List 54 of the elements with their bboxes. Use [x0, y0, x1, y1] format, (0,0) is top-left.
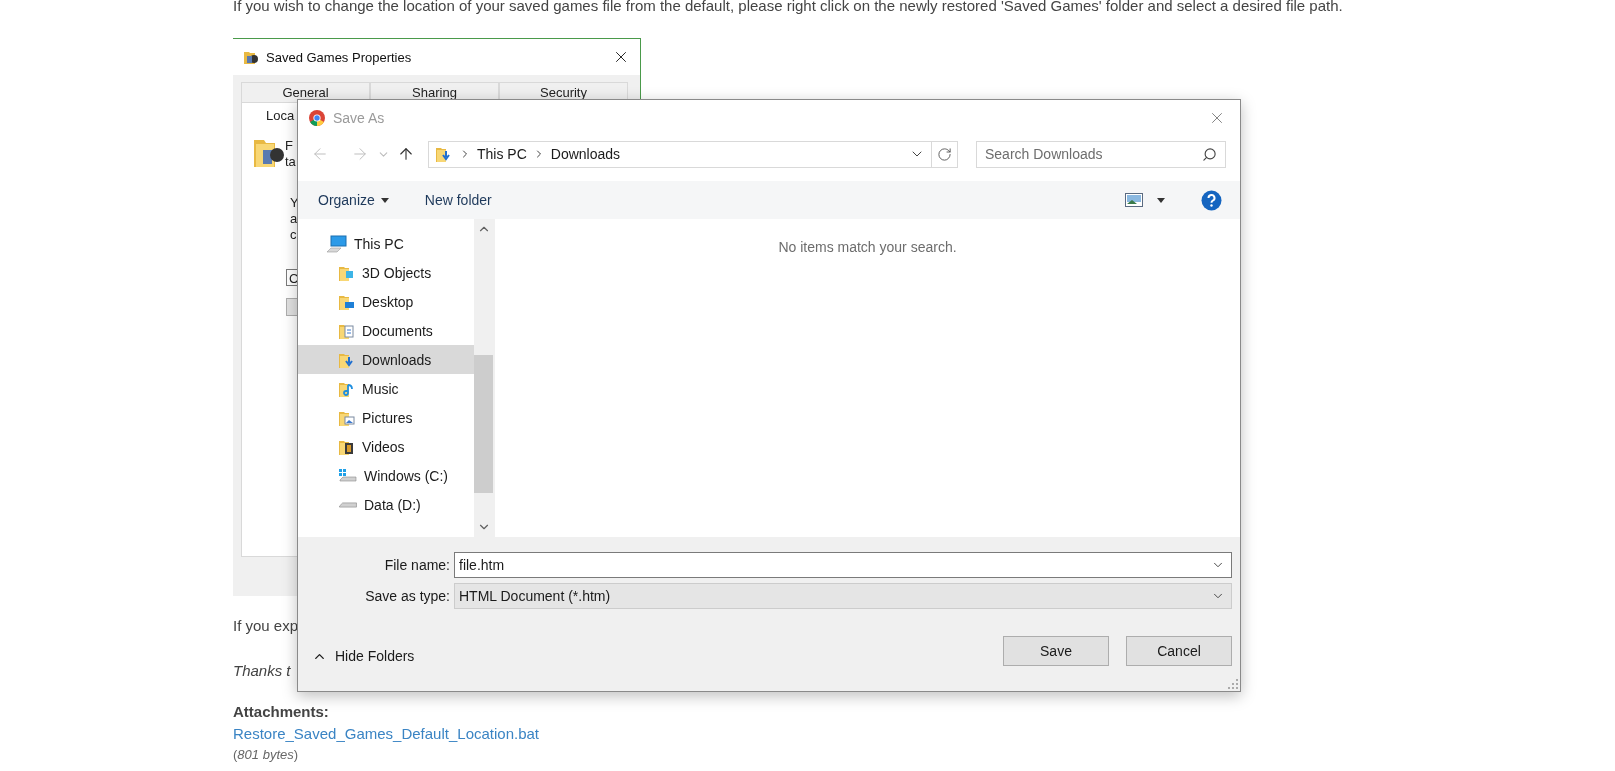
text-fragment: ta	[285, 154, 296, 170]
scrollbar[interactable]	[474, 219, 493, 537]
folder-tree-item[interactable]: Videos	[298, 432, 474, 461]
search-icon	[1202, 146, 1217, 162]
help-icon[interactable]	[1201, 189, 1222, 211]
folder-tree-item[interactable]: Desktop	[298, 287, 474, 316]
file-size-text: (801 bytes)	[233, 746, 299, 764]
folder-tree-item[interactable]: Music	[298, 374, 474, 403]
folder-icon	[253, 138, 285, 168]
caret-icon	[1157, 197, 1165, 203]
refresh-icon[interactable]	[937, 146, 952, 162]
folder-tree-item[interactable]: Windows (C:)	[298, 461, 474, 490]
field-label: File name:	[383, 557, 451, 573]
attachment-link[interactable]: Restore_Saved_Games_Default_Location.bat	[233, 725, 540, 743]
body-text: If you wish to change the location of your saved games file from the default, please right click on the newly restored 'Saved Games' folder and select a desired file path.	[233, 0, 1343, 15]
folder-icon	[435, 145, 453, 163]
dialog-title: Save As	[333, 110, 386, 126]
dialog-button[interactable]: Cancel	[1126, 636, 1232, 666]
window-title: Saved Games Properties	[266, 49, 413, 65]
dialog-button[interactable]: Save	[1003, 636, 1109, 666]
drive-icon	[339, 501, 357, 508]
tab[interactable]: General	[241, 82, 370, 102]
folder-tree-item[interactable]: Documents	[298, 316, 474, 345]
folder-tree-item[interactable]: Downloads	[298, 345, 474, 374]
drive-icon	[338, 467, 358, 484]
text-fragment: F	[285, 138, 293, 154]
tab[interactable]: Security	[499, 82, 628, 102]
folder-tree-item[interactable]: Pictures	[298, 403, 474, 432]
file-type-dropdown[interactable]: HTML Document (*.htm)	[454, 583, 1232, 609]
empty-message: No items match your search.	[778, 239, 957, 257]
search-field[interactable]: Search Downloads	[976, 140, 1226, 168]
caret-icon	[380, 197, 389, 203]
right-arrow-icon	[351, 145, 369, 163]
browser-logo-icon	[309, 110, 325, 126]
body-text: Thanks t	[233, 662, 291, 680]
resize-grip-icon[interactable]	[1228, 679, 1238, 689]
tab[interactable]: Sharing	[370, 82, 499, 102]
organize-button[interactable]: Organize	[310, 188, 397, 212]
address-bar[interactable]: This PC Downloads	[428, 140, 958, 168]
body-text: If you exp	[233, 617, 299, 635]
breadcrumb-item[interactable]: This PC	[477, 146, 527, 162]
folder-tree-item[interactable]: 3D Objects	[298, 258, 474, 287]
breadcrumb-item[interactable]: Downloads	[550, 146, 621, 162]
field-label: Save as type:	[364, 588, 451, 604]
text-fragment: c	[290, 227, 297, 243]
file-name-field[interactable]: file.htm	[454, 552, 1232, 578]
attachments-heading: Attachments:	[233, 703, 329, 721]
computer-icon	[326, 234, 348, 253]
folder-tree-item[interactable]: This PC	[298, 229, 474, 258]
hide-folders-button[interactable]: Hide Folders	[312, 648, 415, 664]
folder-icon	[243, 49, 259, 65]
folder-tree-item[interactable]: Data (D:)	[298, 490, 474, 519]
text-fragment: a	[290, 211, 298, 227]
new-folder-button[interactable]: New folder	[416, 188, 500, 212]
